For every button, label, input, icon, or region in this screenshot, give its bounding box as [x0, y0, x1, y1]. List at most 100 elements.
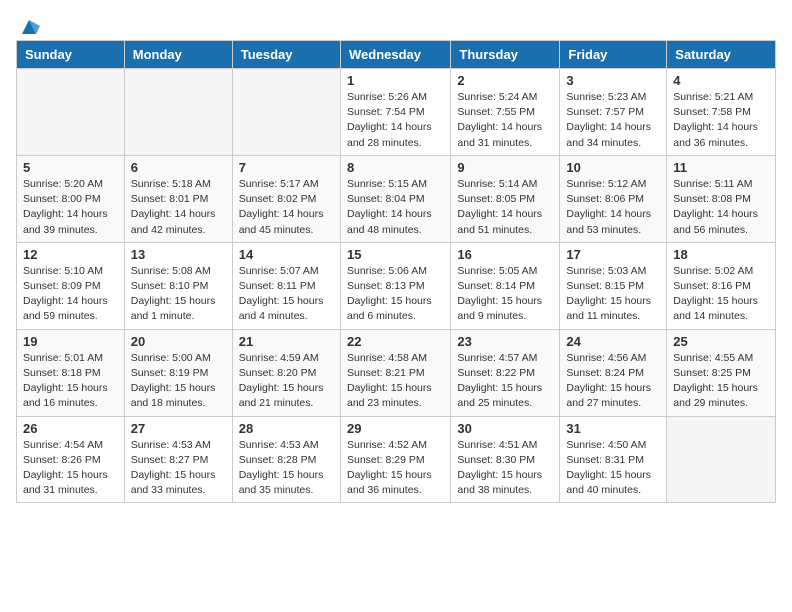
calendar-cell: 26 Sunrise: 4:54 AM Sunset: 8:26 PM Dayli…: [17, 416, 125, 503]
day-info: Sunrise: 5:24 AM Sunset: 7:55 PM Dayligh…: [457, 90, 553, 151]
calendar-cell: 2 Sunrise: 5:24 AM Sunset: 7:55 PM Daylig…: [451, 69, 560, 156]
day-info: Sunrise: 5:00 AM Sunset: 8:19 PM Dayligh…: [131, 351, 226, 412]
weekday-header-saturday: Saturday: [667, 41, 776, 69]
day-number: 17: [566, 247, 660, 262]
day-info: Sunrise: 5:07 AM Sunset: 8:11 PM Dayligh…: [239, 264, 334, 325]
day-number: 21: [239, 334, 334, 349]
day-number: 16: [457, 247, 553, 262]
calendar-cell: 15 Sunrise: 5:06 AM Sunset: 8:13 PM Dayli…: [340, 242, 450, 329]
calendar-cell: 1 Sunrise: 5:26 AM Sunset: 7:54 PM Daylig…: [340, 69, 450, 156]
day-number: 20: [131, 334, 226, 349]
calendar-cell: 19Sunrise: 5:01 AM Sunset: 8:18 PM Dayli…: [17, 329, 125, 416]
day-info: Sunrise: 4:55 AM Sunset: 8:25 PM Dayligh…: [673, 351, 769, 412]
day-number: 1: [347, 73, 444, 88]
day-number: 22: [347, 334, 444, 349]
day-number: 30: [457, 421, 553, 436]
calendar-cell: 31Sunrise: 4:50 AM Sunset: 8:31 PM Dayli…: [560, 416, 667, 503]
day-info: Sunrise: 5:20 AM Sunset: 8:00 PM Dayligh…: [23, 177, 118, 238]
day-info: Sunrise: 4:53 AM Sunset: 8:28 PM Dayligh…: [239, 438, 334, 499]
weekday-header-wednesday: Wednesday: [340, 41, 450, 69]
day-info: Sunrise: 5:21 AM Sunset: 7:58 PM Dayligh…: [673, 90, 769, 151]
weekday-header-thursday: Thursday: [451, 41, 560, 69]
day-number: 15: [347, 247, 444, 262]
day-number: 29: [347, 421, 444, 436]
day-info: Sunrise: 4:57 AM Sunset: 8:22 PM Dayligh…: [457, 351, 553, 412]
day-number: 3: [566, 73, 660, 88]
day-number: 10: [566, 160, 660, 175]
day-info: Sunrise: 4:58 AM Sunset: 8:21 PM Dayligh…: [347, 351, 444, 412]
calendar-week-row: 19Sunrise: 5:01 AM Sunset: 8:18 PM Dayli…: [17, 329, 776, 416]
day-number: 5: [23, 160, 118, 175]
calendar-table: SundayMondayTuesdayWednesdayThursdayFrid…: [16, 40, 776, 503]
calendar-cell: [667, 416, 776, 503]
day-number: 6: [131, 160, 226, 175]
day-info: Sunrise: 5:06 AM Sunset: 8:13 PM Dayligh…: [347, 264, 444, 325]
day-info: Sunrise: 5:11 AM Sunset: 8:08 PM Dayligh…: [673, 177, 769, 238]
calendar-cell: 11 Sunrise: 5:11 AM Sunset: 8:08 PM Dayli…: [667, 155, 776, 242]
calendar-week-row: 26 Sunrise: 4:54 AM Sunset: 8:26 PM Dayli…: [17, 416, 776, 503]
day-number: 7: [239, 160, 334, 175]
calendar-cell: 13 Sunrise: 5:08 AM Sunset: 8:10 PM Dayli…: [124, 242, 232, 329]
day-info: Sunrise: 5:01 AM Sunset: 8:18 PM Dayligh…: [23, 351, 118, 412]
day-number: 12: [23, 247, 118, 262]
day-info: Sunrise: 5:26 AM Sunset: 7:54 PM Dayligh…: [347, 90, 444, 151]
day-info: Sunrise: 4:52 AM Sunset: 8:29 PM Dayligh…: [347, 438, 444, 499]
day-info: Sunrise: 5:23 AM Sunset: 7:57 PM Dayligh…: [566, 90, 660, 151]
day-number: 26: [23, 421, 118, 436]
day-info: Sunrise: 5:12 AM Sunset: 8:06 PM Dayligh…: [566, 177, 660, 238]
calendar-cell: 5 Sunrise: 5:20 AM Sunset: 8:00 PM Daylig…: [17, 155, 125, 242]
weekday-header-row: SundayMondayTuesdayWednesdayThursdayFrid…: [17, 41, 776, 69]
logo: [16, 16, 40, 32]
calendar-cell: 20 Sunrise: 5:00 AM Sunset: 8:19 PM Dayli…: [124, 329, 232, 416]
calendar-cell: 7 Sunrise: 5:17 AM Sunset: 8:02 PM Daylig…: [232, 155, 340, 242]
day-number: 27: [131, 421, 226, 436]
day-number: 2: [457, 73, 553, 88]
calendar-cell: 4 Sunrise: 5:21 AM Sunset: 7:58 PM Daylig…: [667, 69, 776, 156]
calendar-cell: 28Sunrise: 4:53 AM Sunset: 8:28 PM Dayli…: [232, 416, 340, 503]
day-info: Sunrise: 5:08 AM Sunset: 8:10 PM Dayligh…: [131, 264, 226, 325]
day-info: Sunrise: 4:54 AM Sunset: 8:26 PM Dayligh…: [23, 438, 118, 499]
weekday-header-monday: Monday: [124, 41, 232, 69]
day-info: Sunrise: 5:10 AM Sunset: 8:09 PM Dayligh…: [23, 264, 118, 325]
calendar-cell: [124, 69, 232, 156]
calendar-cell: 10 Sunrise: 5:12 AM Sunset: 8:06 PM Dayli…: [560, 155, 667, 242]
calendar-cell: 3 Sunrise: 5:23 AM Sunset: 7:57 PM Daylig…: [560, 69, 667, 156]
calendar-cell: 14Sunrise: 5:07 AM Sunset: 8:11 PM Dayli…: [232, 242, 340, 329]
calendar-cell: 23 Sunrise: 4:57 AM Sunset: 8:22 PM Dayli…: [451, 329, 560, 416]
calendar-cell: 8Sunrise: 5:15 AM Sunset: 8:04 PM Daylig…: [340, 155, 450, 242]
day-number: 8: [347, 160, 444, 175]
calendar-cell: [232, 69, 340, 156]
day-number: 24: [566, 334, 660, 349]
day-info: Sunrise: 5:17 AM Sunset: 8:02 PM Dayligh…: [239, 177, 334, 238]
calendar-cell: 6 Sunrise: 5:18 AM Sunset: 8:01 PM Daylig…: [124, 155, 232, 242]
calendar-cell: 16Sunrise: 5:05 AM Sunset: 8:14 PM Dayli…: [451, 242, 560, 329]
day-number: 11: [673, 160, 769, 175]
weekday-header-tuesday: Tuesday: [232, 41, 340, 69]
day-number: 23: [457, 334, 553, 349]
calendar-cell: 24 Sunrise: 4:56 AM Sunset: 8:24 PM Dayli…: [560, 329, 667, 416]
calendar-week-row: 5 Sunrise: 5:20 AM Sunset: 8:00 PM Daylig…: [17, 155, 776, 242]
day-info: Sunrise: 4:51 AM Sunset: 8:30 PM Dayligh…: [457, 438, 553, 499]
day-info: Sunrise: 5:02 AM Sunset: 8:16 PM Dayligh…: [673, 264, 769, 325]
day-info: Sunrise: 5:03 AM Sunset: 8:15 PM Dayligh…: [566, 264, 660, 325]
page-header: [16, 16, 776, 32]
logo-icon: [18, 16, 40, 38]
day-number: 18: [673, 247, 769, 262]
calendar-cell: 30 Sunrise: 4:51 AM Sunset: 8:30 PM Dayli…: [451, 416, 560, 503]
day-info: Sunrise: 4:50 AM Sunset: 8:31 PM Dayligh…: [566, 438, 660, 499]
day-info: Sunrise: 5:18 AM Sunset: 8:01 PM Dayligh…: [131, 177, 226, 238]
calendar-cell: 9 Sunrise: 5:14 AM Sunset: 8:05 PM Daylig…: [451, 155, 560, 242]
calendar-cell: 12 Sunrise: 5:10 AM Sunset: 8:09 PM Dayli…: [17, 242, 125, 329]
calendar-cell: 18 Sunrise: 5:02 AM Sunset: 8:16 PM Dayli…: [667, 242, 776, 329]
calendar-cell: 17 Sunrise: 5:03 AM Sunset: 8:15 PM Dayli…: [560, 242, 667, 329]
calendar-cell: 27 Sunrise: 4:53 AM Sunset: 8:27 PM Dayli…: [124, 416, 232, 503]
day-number: 25: [673, 334, 769, 349]
day-info: Sunrise: 4:56 AM Sunset: 8:24 PM Dayligh…: [566, 351, 660, 412]
day-number: 4: [673, 73, 769, 88]
calendar-week-row: 1 Sunrise: 5:26 AM Sunset: 7:54 PM Daylig…: [17, 69, 776, 156]
day-number: 9: [457, 160, 553, 175]
day-info: Sunrise: 5:14 AM Sunset: 8:05 PM Dayligh…: [457, 177, 553, 238]
day-number: 13: [131, 247, 226, 262]
day-info: Sunrise: 4:53 AM Sunset: 8:27 PM Dayligh…: [131, 438, 226, 499]
weekday-header-sunday: Sunday: [17, 41, 125, 69]
